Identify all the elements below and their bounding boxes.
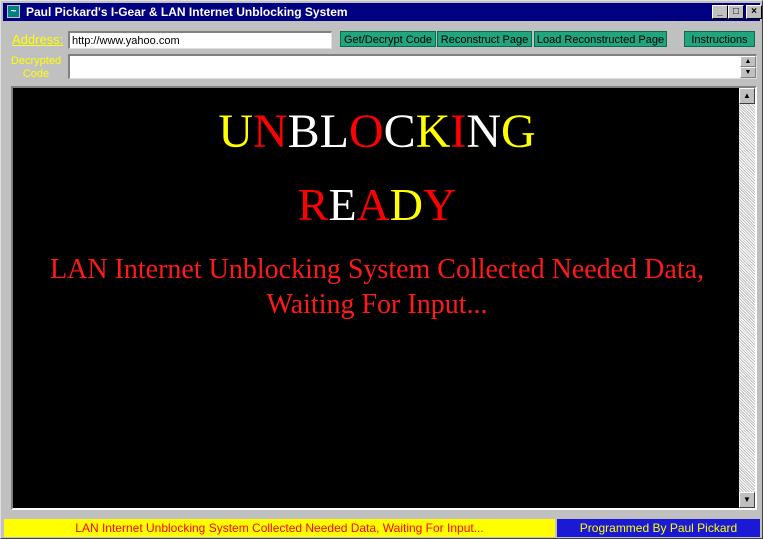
unblocking-heading: UNBLOCKING bbox=[13, 106, 741, 158]
address-label[interactable]: Address: bbox=[12, 32, 63, 47]
unblocking-heading-letter: U bbox=[218, 105, 253, 158]
app-icon[interactable]: ~ bbox=[7, 5, 20, 18]
scroll-down-icon[interactable]: ▼ bbox=[739, 492, 755, 508]
unblocking-heading-letter: I bbox=[450, 105, 467, 158]
scroll-down-icon[interactable]: ▼ bbox=[740, 67, 756, 78]
minimize-button[interactable]: _ bbox=[712, 5, 728, 19]
unblocking-heading-letter: G bbox=[501, 105, 536, 158]
status-bar-credit: Programmed By Paul Pickard bbox=[557, 519, 760, 537]
get-decrypt-code-button[interactable]: Get/Decrypt Code bbox=[340, 31, 436, 47]
unblocking-heading-letter: C bbox=[383, 105, 416, 158]
page-viewer[interactable]: UNBLOCKING READY LAN Internet Unblocking… bbox=[11, 86, 757, 510]
viewer-scrollbar[interactable]: ▲ ▼ bbox=[739, 88, 755, 508]
unblocking-heading-letter: O bbox=[349, 105, 384, 158]
unblocking-heading-letter: N bbox=[466, 105, 502, 158]
load-reconstructed-page-button[interactable]: Load Reconstructed Page bbox=[534, 31, 667, 47]
ready-heading-letter: R bbox=[297, 179, 329, 230]
title-bar[interactable]: ~ Paul Pickard's I-Gear & LAN Internet U… bbox=[3, 3, 762, 21]
unblocking-heading-letter: K bbox=[415, 105, 451, 158]
decrypted-code-scrollbar[interactable]: ▲ ▼ bbox=[740, 56, 756, 78]
close-button[interactable]: × bbox=[746, 5, 762, 19]
ready-heading-letter: E bbox=[328, 179, 357, 230]
status-bar-message: LAN Internet Unblocking System Collected… bbox=[4, 519, 555, 537]
scroll-up-icon[interactable]: ▲ bbox=[740, 56, 756, 67]
status-message: LAN Internet Unblocking System Collected… bbox=[50, 254, 704, 320]
decrypted-code-field[interactable]: ▲ ▼ bbox=[68, 54, 757, 79]
ready-heading-letter: A bbox=[356, 179, 390, 230]
unblocking-heading-letter: N bbox=[252, 105, 288, 158]
ready-heading: READY bbox=[13, 180, 741, 230]
maximize-button[interactable]: □ bbox=[728, 5, 744, 19]
app-window: ~ Paul Pickard's I-Gear & LAN Internet U… bbox=[0, 0, 763, 539]
scroll-up-icon[interactable]: ▲ bbox=[739, 88, 755, 104]
ready-heading-letter: Y bbox=[423, 179, 457, 230]
ready-heading-letter: D bbox=[389, 179, 424, 230]
unblocking-heading-letter: L bbox=[319, 105, 349, 158]
window-title: Paul Pickard's I-Gear & LAN Internet Unb… bbox=[26, 5, 348, 19]
reconstruct-page-button[interactable]: Reconstruct Page bbox=[437, 31, 532, 47]
address-input[interactable] bbox=[68, 31, 332, 49]
instructions-button[interactable]: Instructions bbox=[684, 31, 755, 47]
unblocking-heading-letter: B bbox=[287, 105, 320, 158]
decrypted-code-label: Decrypted Code bbox=[10, 55, 62, 80]
